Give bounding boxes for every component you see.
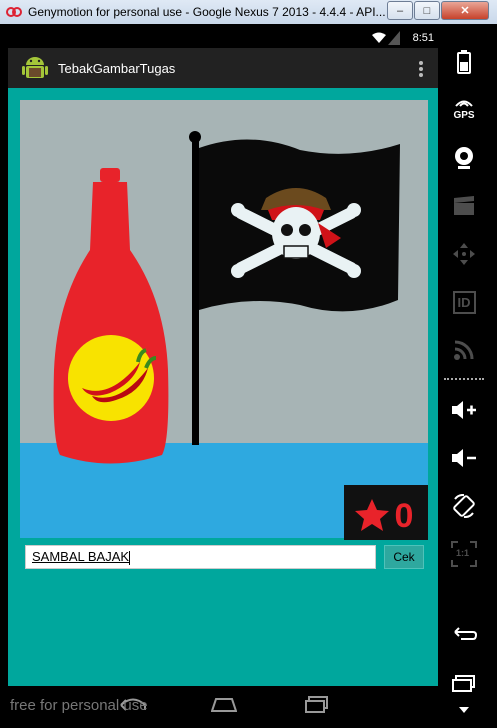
signal-icon [388, 31, 400, 45]
id-icon[interactable]: ID [440, 284, 488, 320]
recent-apps-icon[interactable] [305, 696, 329, 714]
scale-label: 1:1 [456, 548, 470, 558]
rotate-icon[interactable] [440, 488, 488, 524]
clapper-icon[interactable] [440, 188, 488, 224]
window-title: Genymotion for personal use - Google Nex… [28, 5, 386, 19]
overflow-menu-icon[interactable] [418, 60, 424, 78]
scale-icon[interactable]: 1:1 [440, 536, 488, 572]
menu-icon[interactable] [440, 700, 488, 720]
answer-input[interactable]: SAMBAL BAJAK [25, 545, 376, 569]
app-actionbar: TebakGambarTugas [8, 48, 438, 88]
genymotion-icon [6, 7, 22, 17]
rss-icon[interactable] [440, 332, 488, 368]
score-value: 0 [395, 497, 414, 535]
android-logo-icon [22, 57, 48, 78]
status-time: 8:51 [412, 32, 434, 44]
gps-label: GPS [453, 110, 475, 121]
gps-icon[interactable]: GPS [440, 92, 488, 128]
close-button[interactable]: ✕ [441, 1, 489, 20]
puzzle-image [20, 100, 428, 538]
volume-up-icon[interactable] [440, 392, 488, 428]
game-content: 0 SAMBAL BAJAK Cek [8, 88, 438, 686]
answer-value: SAMBAL BAJAK [32, 549, 130, 564]
sidebar-separator [444, 378, 484, 380]
wifi-icon [372, 32, 386, 43]
app-title: TebakGambarTugas [58, 61, 176, 76]
id-label: ID [452, 290, 476, 314]
minimize-button[interactable]: – [387, 1, 413, 20]
genymotion-sidebar: GPS ID 1:1 [440, 30, 488, 722]
watermark: free for personal use [10, 697, 148, 714]
webcam-icon[interactable] [440, 140, 488, 176]
battery-icon[interactable] [440, 44, 488, 80]
home-icon[interactable] [211, 698, 237, 712]
sidebar-recent-icon[interactable] [440, 666, 488, 702]
volume-down-icon[interactable] [440, 440, 488, 476]
text-caret [129, 550, 131, 565]
sidebar-back-icon[interactable] [440, 616, 488, 652]
maximize-button[interactable]: □ [414, 1, 440, 20]
window-titlebar: Genymotion for personal use - Google Nex… [0, 0, 497, 25]
check-button[interactable]: Cek [384, 545, 424, 569]
move-icon[interactable] [440, 236, 488, 272]
android-statusbar: 8:51 [8, 30, 438, 48]
score-badge: 0 [344, 485, 428, 540]
